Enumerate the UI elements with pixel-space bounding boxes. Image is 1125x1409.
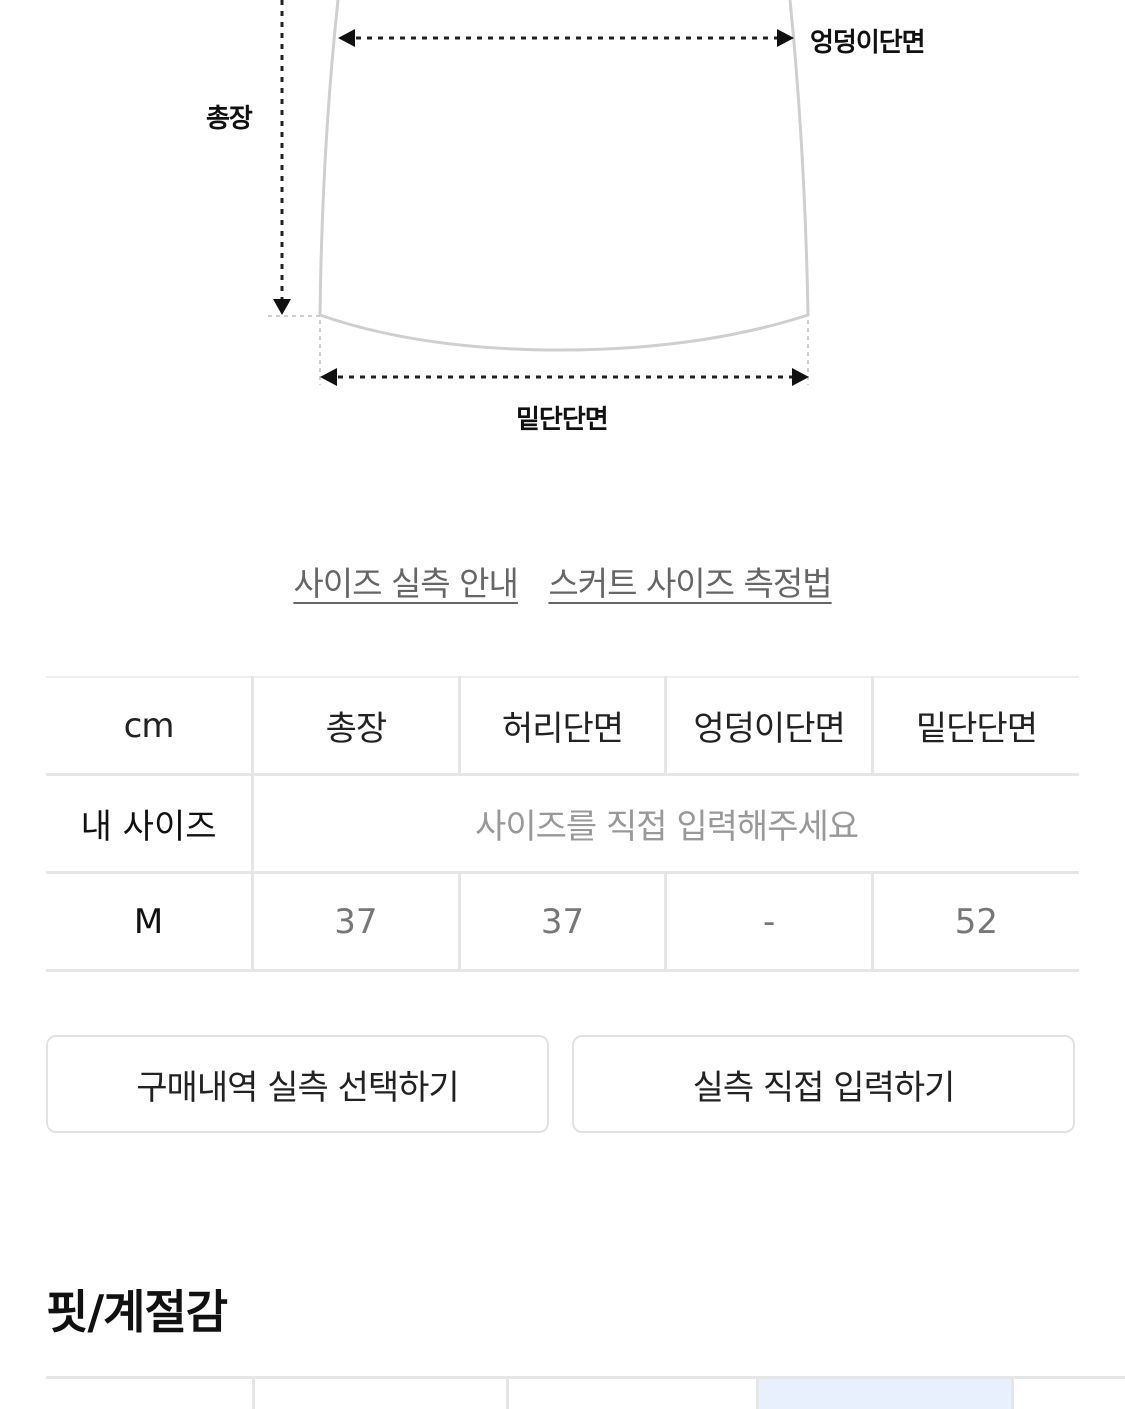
fit-cell[interactable]	[506, 1379, 756, 1409]
skirt-outline	[318, 0, 810, 352]
fit-table-row	[46, 1376, 1125, 1409]
waist-value: 37	[457, 871, 666, 972]
my-size-input[interactable]: 사이즈를 직접 입력해주세요	[251, 773, 1079, 874]
header-unit: cm	[46, 676, 253, 776]
header-hip: 엉덩이단면	[664, 676, 873, 776]
length-arrow-icon	[273, 299, 291, 315]
fit-section-title: 핏/계절감	[46, 1285, 228, 1339]
fit-cell-selected[interactable]	[756, 1379, 1011, 1409]
my-size-row: 내 사이즈 사이즈를 직접 입력해주세요	[46, 773, 1079, 874]
size-table: cm 총장 허리단면 엉덩이단면 밑단단면 내 사이즈 사이즈를 직접 입력해주…	[46, 676, 1079, 972]
header-waist: 허리단면	[457, 676, 666, 776]
header-hem: 밑단단면	[870, 676, 1079, 776]
hem-value: 52	[870, 871, 1079, 972]
fit-cell[interactable]	[1011, 1379, 1125, 1409]
direct-input-button[interactable]: 실측 직접 입력하기	[572, 1035, 1075, 1133]
purchase-history-button[interactable]: 구매내역 실측 선택하기	[46, 1035, 549, 1133]
size-name: M	[46, 871, 253, 972]
hip-arrow-right-icon	[777, 29, 794, 47]
length-value: 37	[251, 871, 460, 972]
hem-label: 밑단단면	[516, 405, 609, 435]
hip-label: 엉덩이단면	[810, 28, 926, 58]
header-length: 총장	[251, 676, 460, 776]
hem-arrow-left-icon	[320, 368, 337, 386]
size-guide-link[interactable]: 사이즈 실측 안내	[293, 564, 518, 603]
my-size-label: 내 사이즈	[46, 773, 253, 874]
skirt-size-diagram: 총장 엉덩이단면 밑단단면	[0, 0, 1125, 480]
hem-arrow-right-icon	[792, 368, 809, 386]
hip-arrow-left-icon	[338, 29, 355, 47]
length-label: 총장	[206, 104, 253, 134]
table-row: M 37 37 - 52	[46, 871, 1079, 972]
measure-method-link[interactable]: 스커트 사이즈 측정법	[548, 564, 832, 603]
size-table-header-row: cm 총장 허리단면 엉덩이단면 밑단단면	[46, 676, 1079, 776]
hip-value: -	[664, 871, 873, 972]
size-guide-links: 사이즈 실측 안내 스커트 사이즈 측정법	[0, 557, 1125, 605]
fit-cell[interactable]	[252, 1379, 506, 1409]
